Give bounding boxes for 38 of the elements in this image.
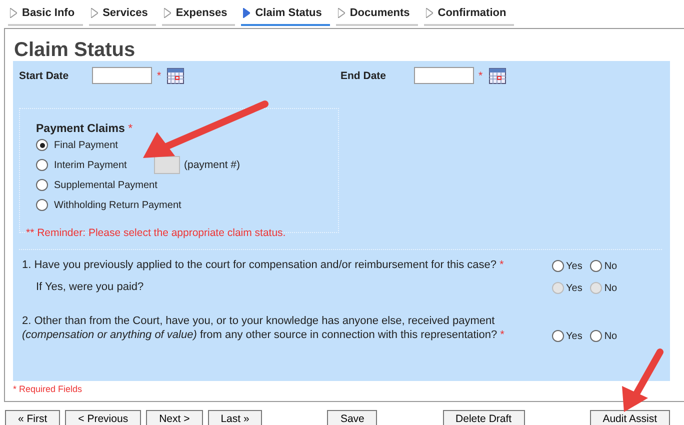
option-label: Yes bbox=[566, 282, 582, 294]
step-tab[interactable]: Documents bbox=[336, 6, 418, 26]
step-tab[interactable]: Basic Info bbox=[8, 6, 83, 26]
group-label: Payment Claims bbox=[36, 123, 125, 135]
option-label: Final Payment bbox=[54, 140, 119, 150]
field-label: End Date bbox=[340, 70, 388, 82]
question-text: If Yes, were you paid? bbox=[36, 281, 144, 293]
step-tab[interactable]: Expenses bbox=[162, 6, 236, 26]
required-note: * Required Fields bbox=[13, 384, 84, 394]
field-label: Start Date bbox=[19, 70, 70, 82]
nav-button[interactable]: < Previous bbox=[65, 410, 142, 425]
option-label: Yes bbox=[566, 260, 582, 272]
nav-button[interactable]: Last » bbox=[208, 410, 262, 425]
required-mark: * bbox=[500, 329, 504, 341]
action-button[interactable]: Audit Assist bbox=[590, 410, 670, 425]
option-label: Withholding Return Payment bbox=[54, 200, 182, 210]
question-text: 2. Other than from the Court, have you, or to your knowledge has anyone else, received payment (compensation or anything of value) from any other source in connection with this representation? bbox=[22, 315, 498, 341]
step-tab[interactable]: Services bbox=[88, 6, 156, 26]
page-title: Claim Status bbox=[13, 38, 136, 61]
reminder-text: ** Reminder: Please select the appropriate claim status. bbox=[26, 227, 287, 239]
required-mark: * bbox=[499, 259, 504, 271]
action-button[interactable]: Save bbox=[327, 410, 378, 425]
question-text: 1. Have you previously applied to the court for compensation and/or reimbursement for this case? bbox=[22, 259, 496, 271]
option-label: Yes bbox=[566, 330, 582, 342]
option-label: No bbox=[604, 330, 618, 342]
nav-button[interactable]: Next > bbox=[146, 410, 203, 425]
option-label: Interim Payment bbox=[54, 160, 128, 170]
action-button[interactable]: Delete Draft bbox=[442, 410, 525, 425]
step-tab[interactable]: Confirmation bbox=[424, 6, 514, 26]
field-hint: (payment #) bbox=[184, 159, 240, 171]
required-mark: * bbox=[128, 123, 133, 135]
required-mark: * bbox=[478, 70, 483, 82]
required-mark: * bbox=[157, 70, 162, 82]
nav-button[interactable]: « First bbox=[5, 410, 60, 425]
step-tab[interactable]: Claim Status bbox=[241, 6, 330, 26]
option-label: No bbox=[604, 282, 618, 294]
option-label: No bbox=[604, 260, 618, 272]
option-label: Supplemental Payment bbox=[54, 180, 158, 190]
